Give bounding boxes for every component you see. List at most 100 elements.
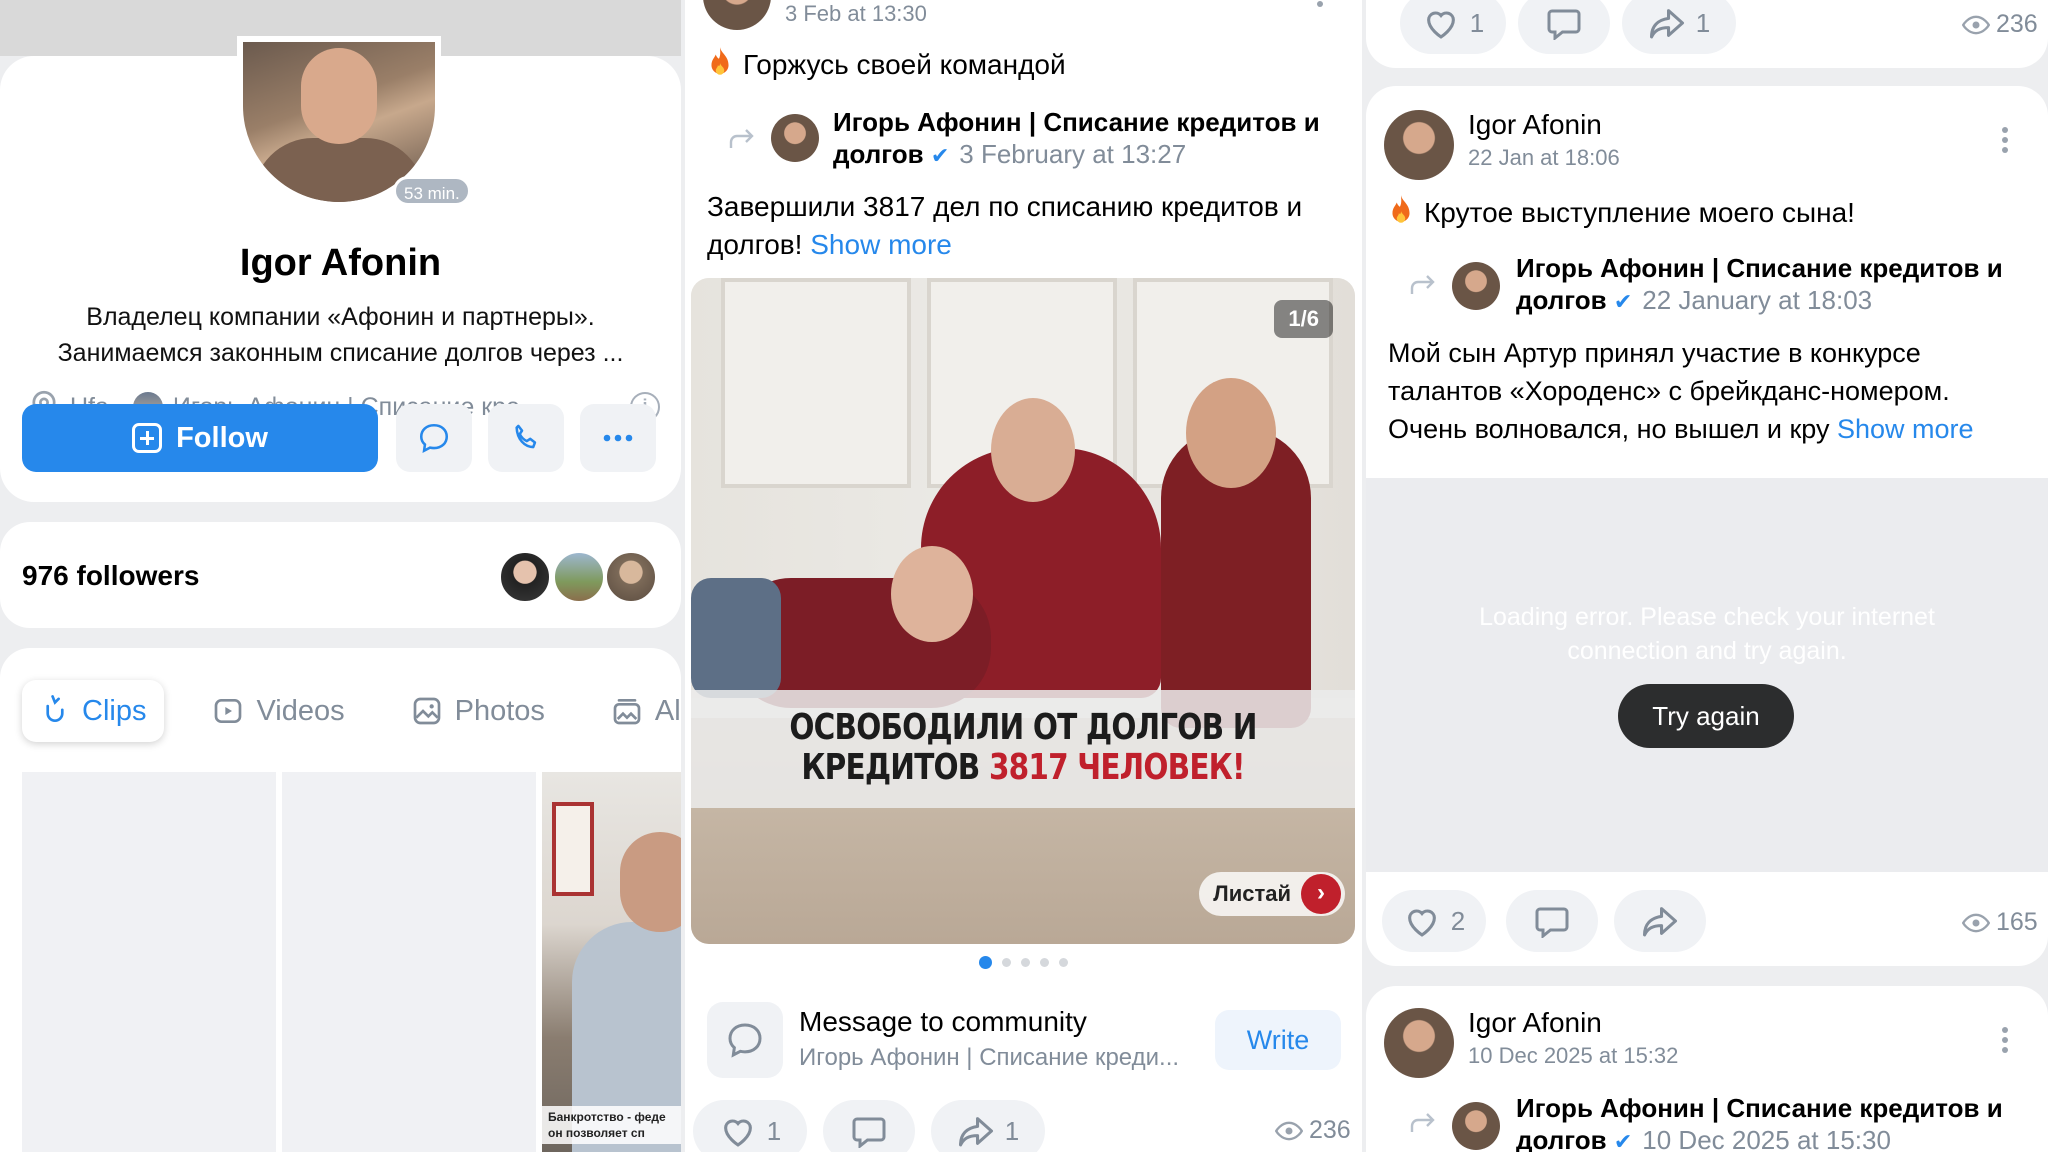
share-icon: [1649, 9, 1684, 39]
share-button[interactable]: [1614, 890, 1706, 952]
profile-card: 53 min. Igor Afonin Владелец компании «А…: [0, 36, 681, 502]
message-icon: [419, 423, 449, 454]
post-body-line3: Очень волновался, но вышел и кру Show mo…: [1388, 414, 1974, 444]
post-date: 10 Dec 2025 at 15:32: [1468, 1043, 1679, 1068]
phone-icon: [515, 424, 537, 449]
repost-icon: [729, 129, 754, 148]
chevron-right-icon: ›: [1301, 874, 1341, 914]
share-icon: [958, 1117, 993, 1147]
post-menu-icon[interactable]: [2002, 126, 2008, 154]
views-counter: 165: [1962, 908, 2038, 937]
clip-thumbnail[interactable]: [282, 772, 536, 1152]
more-dots-icon: [603, 434, 633, 442]
tab-albums[interactable]: Albu: [593, 680, 681, 742]
community-avatar[interactable]: [1452, 262, 1500, 310]
community-message-icon-box[interactable]: [707, 1002, 783, 1078]
eye-icon: [1962, 913, 1990, 932]
follower-avatar: [552, 550, 606, 604]
repost-icon: [1410, 275, 1435, 294]
author-avatar[interactable]: [703, 0, 771, 30]
repost-author[interactable]: Игорь Афонин | Списание кредитов и долгов…: [1516, 252, 2003, 318]
message-button[interactable]: [396, 404, 472, 472]
verified-icon: ✔: [1613, 289, 1633, 314]
like-count: 2: [1450, 905, 1466, 936]
online-status-badge: 53 min.: [393, 176, 471, 206]
followers-card[interactable]: 976 followers: [0, 522, 681, 628]
post-menu-icon[interactable]: [1317, 0, 1323, 28]
comment-icon: [852, 1117, 886, 1148]
write-button[interactable]: Write: [1215, 1010, 1341, 1070]
post-actions-card: 1 1 236: [1366, 0, 2048, 68]
profile-column: 53 min. Igor Afonin Владелец компании «А…: [0, 0, 681, 1152]
show-more-link[interactable]: Show more: [810, 229, 952, 260]
repost-author[interactable]: Игорь Афонин | Списание кредитов и долгов…: [833, 106, 1320, 172]
call-button[interactable]: [488, 404, 564, 472]
post-date: 3 Feb at 13:30: [785, 1, 927, 26]
more-button[interactable]: [580, 404, 656, 472]
photo-icon: [413, 697, 440, 725]
tab-label: Photos: [454, 694, 545, 727]
plus-icon: [132, 423, 163, 453]
comment-button[interactable]: [1506, 890, 1598, 952]
swipe-hint[interactable]: Листай ›: [1199, 872, 1345, 916]
heart-icon: [1407, 909, 1436, 937]
follow-button[interactable]: Follow: [22, 404, 378, 472]
share-button[interactable]: 1: [1622, 0, 1736, 54]
clip-thumbnail[interactable]: [22, 772, 276, 1152]
tab-photos[interactable]: Photos: [393, 680, 563, 742]
post-author[interactable]: Igor Afonin: [1468, 1006, 1602, 1040]
like-button[interactable]: 1: [1400, 0, 1506, 54]
tab-label: Videos: [256, 694, 345, 727]
try-again-button[interactable]: Try again: [1618, 684, 1794, 748]
share-button[interactable]: 1: [931, 1100, 1045, 1152]
clip-thumbnail[interactable]: Банкротство - феде он позволяет сп: [542, 772, 681, 1152]
post-card: Igor Afonin 10 Dec 2025 at 15:32 Игорь А…: [1366, 986, 2048, 1152]
message-community-title[interactable]: Message to community: [799, 1004, 1087, 1040]
tab-videos[interactable]: Videos: [194, 680, 362, 742]
message-community-subtitle: Игорь Афонин | Списание креди...: [799, 1044, 1180, 1071]
repost-date: 22 January at 18:03: [1642, 285, 1873, 315]
post-body-line1: Завершили 3817 дел по списанию кредитов …: [707, 191, 1303, 222]
eye-icon: [1962, 15, 1990, 34]
post-column: 3 Feb at 13:30 Горжусь своей командой Иг…: [685, 0, 1362, 1152]
profile-bio-line2[interactable]: Занимаемся законным списание долгов чере…: [20, 336, 661, 371]
fire-icon: [1392, 195, 1410, 223]
follower-avatar: [604, 550, 658, 604]
profile-bio-line1: Владелец компании «Афонин и партнеры».: [86, 303, 595, 331]
comment-button[interactable]: [1518, 0, 1610, 54]
repost-date: 3 February at 13:27: [959, 139, 1187, 169]
verified-icon: ✔: [930, 143, 950, 168]
video-icon: [215, 699, 242, 723]
post-author[interactable]: Igor Afonin: [1468, 108, 1602, 142]
author-avatar[interactable]: [1384, 110, 1454, 180]
like-count: 1: [766, 1115, 782, 1146]
post-card: Igor Afonin 22 Jan at 18:06 Крутое высту…: [1366, 86, 2048, 966]
share-count: 1: [1004, 1115, 1020, 1146]
post-body-line1: Мой сын Артур принял участие в конкурсе: [1388, 338, 1921, 368]
tab-label: Clips: [82, 694, 147, 727]
community-avatar[interactable]: [1452, 1102, 1500, 1150]
comment-icon: [1535, 907, 1569, 938]
post-image[interactable]: ОСВОБОДИЛИ ОТ ДОЛГОВ И КРЕДИТОВ 3817 ЧЕЛ…: [691, 278, 1355, 944]
like-button[interactable]: 2: [1382, 890, 1486, 952]
verified-icon: ✔: [1613, 1129, 1633, 1152]
show-more-link[interactable]: Show more: [1837, 414, 1974, 444]
heart-icon: [1426, 11, 1455, 39]
repost-author[interactable]: Игорь Афонин | Списание кредитов и долгов…: [1516, 1092, 2003, 1152]
like-button[interactable]: 1: [693, 1100, 807, 1152]
eye-icon: [1275, 1121, 1303, 1140]
community-avatar[interactable]: [771, 114, 819, 162]
comment-button[interactable]: [823, 1100, 915, 1152]
media-load-error: Loading error. Please check your interne…: [1366, 478, 2048, 872]
post-body-line2: талантов «Хороденс» с брейкданс-номером.: [1388, 376, 1950, 406]
fire-icon: [711, 47, 729, 75]
error-message: Loading error. Please check your interne…: [1479, 603, 1935, 665]
like-count: 1: [1469, 7, 1485, 38]
views-counter: 236: [1275, 1116, 1351, 1145]
author-avatar[interactable]: [1384, 1008, 1454, 1078]
post-menu-icon[interactable]: [2002, 1026, 2008, 1054]
tab-clips[interactable]: Clips: [22, 680, 165, 742]
image-banner: ОСВОБОДИЛИ ОТ ДОЛГОВ И КРЕДИТОВ 3817 ЧЕЛ…: [691, 690, 1355, 808]
clip-caption: Банкротство - феде он позволяет сп: [542, 1106, 681, 1144]
repost-date: 10 Dec 2025 at 15:30: [1642, 1125, 1891, 1152]
